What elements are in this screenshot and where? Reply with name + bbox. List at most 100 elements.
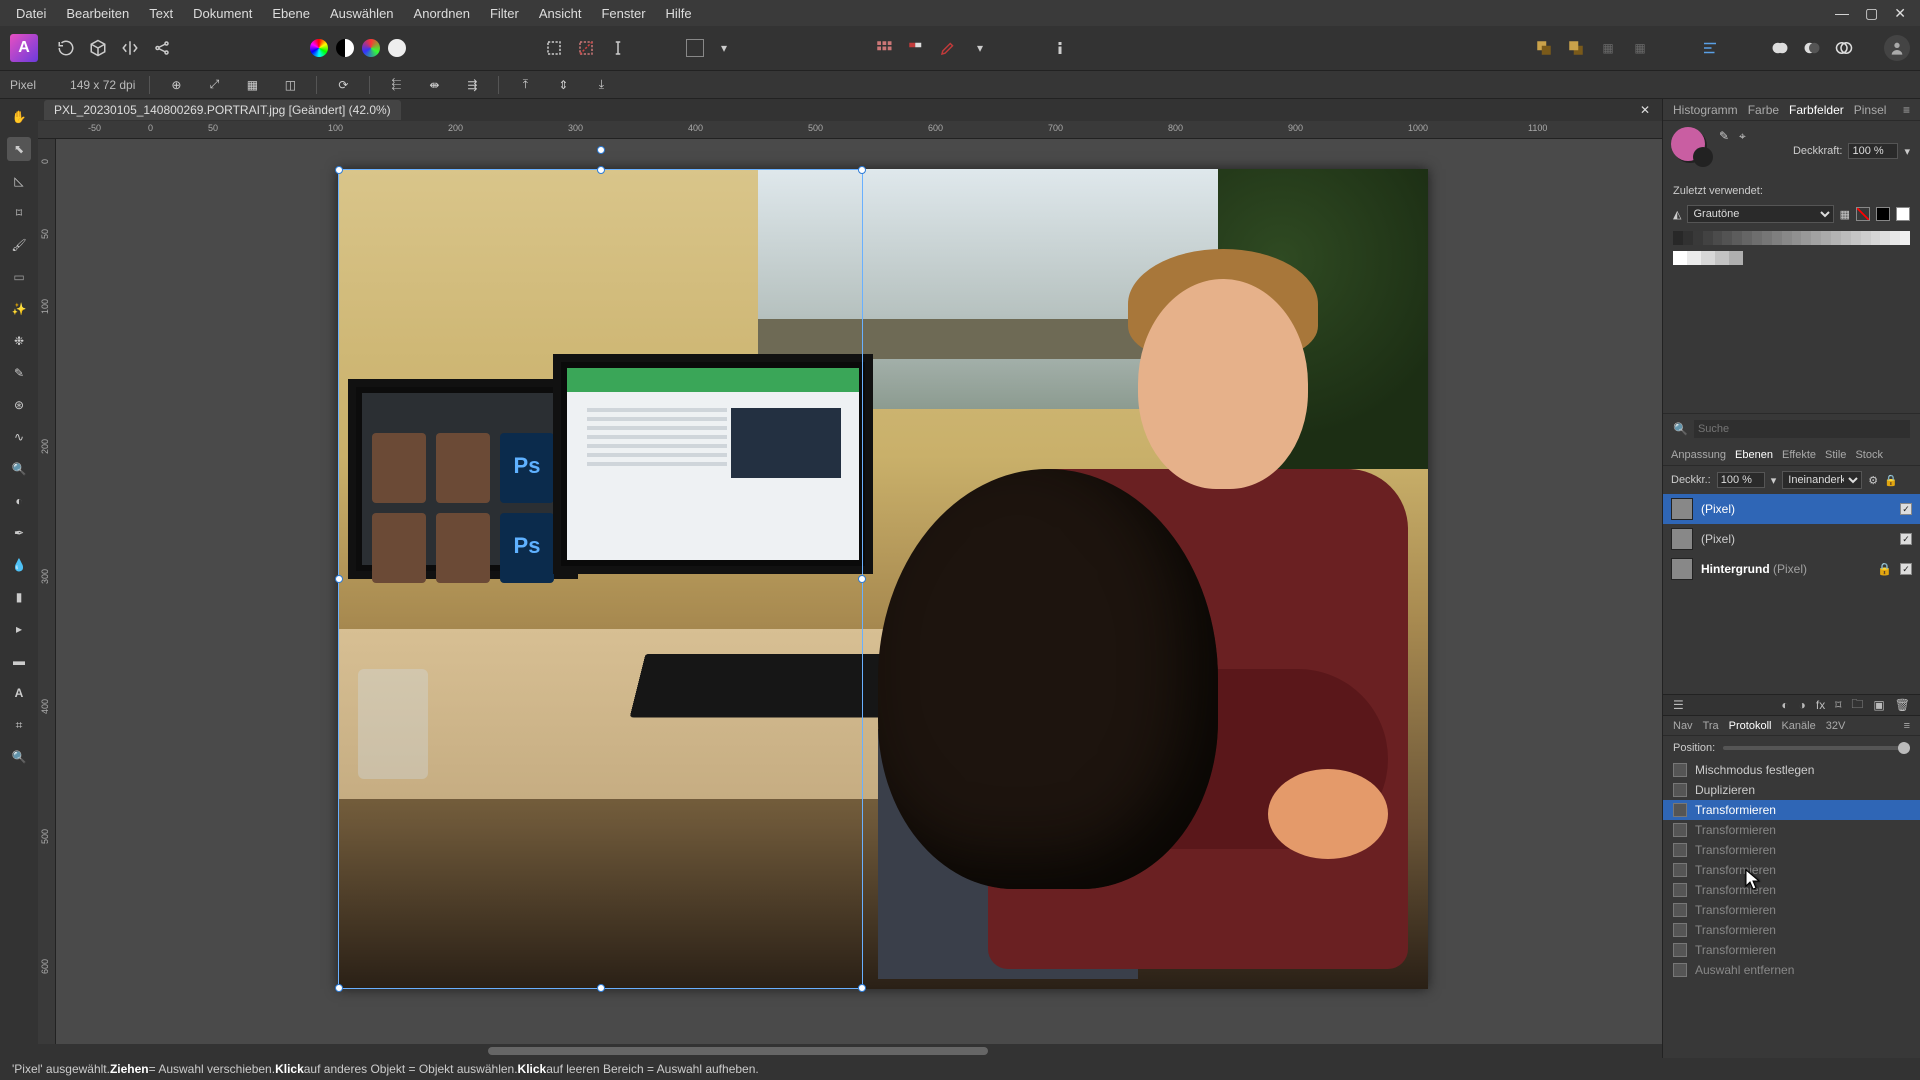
align-right-icon[interactable]: ⇶ [460,73,484,97]
magnifier-tool-icon[interactable]: 🔍 [7,745,31,769]
heal-tool-icon[interactable]: ❉ [7,329,31,353]
delete-layer-icon[interactable]: 🗑 [1895,698,1910,712]
panel-tab[interactable]: Pinsel [1854,103,1887,117]
search-input[interactable] [1694,420,1910,438]
minimize-icon[interactable]: — [1835,5,1849,22]
close-icon[interactable]: ✕ [1894,5,1906,22]
panel-tab[interactable]: Ebenen [1735,449,1773,461]
eyedropper-icon[interactable]: ✎ [1719,129,1729,143]
info-icon[interactable] [1048,36,1072,60]
play-tool-icon[interactable]: ▸ [7,617,31,641]
menu-item[interactable]: Hilfe [656,2,702,25]
lock-icon[interactable]: 🔒 [1884,474,1898,487]
menu-item[interactable]: Ansicht [529,2,592,25]
target-icon[interactable]: ⊕ [164,73,188,97]
text-cursor-icon[interactable] [606,36,630,60]
layer-row[interactable]: (Pixel)✓ [1663,494,1920,524]
folder-icon[interactable]: 🗀 [1851,695,1863,716]
boolean-intersect-icon[interactable] [1832,36,1856,60]
align-icon[interactable] [1698,36,1722,60]
mesh-tool-icon[interactable]: ⌗ [7,713,31,737]
swatch-none-icon[interactable] [1856,207,1870,221]
pencil-tool-icon[interactable]: ✎ [7,361,31,385]
shape-tool-icon[interactable]: ▮ [7,585,31,609]
visibility-checkbox[interactable]: ✓ [1900,563,1912,575]
menu-item[interactable]: Ebene [262,2,320,25]
marquee-off-icon[interactable] [574,36,598,60]
panel-tab[interactable]: Nav [1673,720,1693,732]
chevron-down-icon[interactable]: ▾ [968,36,992,60]
node-tool-icon[interactable]: ◺ [7,169,31,193]
refresh-icon[interactable] [54,36,78,60]
bw-circle-icon[interactable] [336,39,354,57]
gear-icon[interactable]: ⚙ [1868,474,1878,487]
visibility-checkbox[interactable]: ✓ [1900,533,1912,545]
add-layer-icon[interactable]: ▣ [1873,698,1884,712]
expand-icon[interactable]: ⤢ [202,73,226,97]
document-tab[interactable]: PXL_20230105_140800269.PORTRAIT.jpg [Geä… [44,100,401,120]
fx-icon[interactable]: fx [1816,698,1825,712]
blend-mode-select[interactable]: Ineinanderkc [1782,471,1862,489]
gradient-tool-icon[interactable]: ◐ [7,489,31,513]
arrange-back-icon[interactable] [1532,36,1556,60]
arrange-front-icon[interactable] [1564,36,1588,60]
rgb-circle-icon[interactable] [362,39,380,57]
wand-tool-icon[interactable]: ✨ [7,297,31,321]
layer-row[interactable]: (Pixel)✓ [1663,524,1920,554]
pen-icon[interactable] [936,36,960,60]
brush-tool-icon[interactable]: 🖌 [7,233,31,257]
mirror-icon[interactable] [118,36,142,60]
drop-tool-icon[interactable]: 💧 [7,553,31,577]
menu-item[interactable]: Datei [6,2,56,25]
gray-blocks[interactable] [1673,251,1910,265]
cube-icon[interactable] [86,36,110,60]
layer-opacity-input[interactable] [1717,472,1765,488]
marquee-icon[interactable] [542,36,566,60]
plain-circle-icon[interactable] [388,39,406,57]
menu-item[interactable]: Bearbeiten [56,2,139,25]
menu-item[interactable]: Fenster [591,2,655,25]
adjust-icon[interactable]: ◑ [1799,698,1806,712]
crop-tool-icon[interactable]: ⌑ [7,201,31,225]
rotate-icon[interactable]: ⟳ [331,73,355,97]
canvas[interactable]: 050100200300400500600 [38,139,1662,1044]
chevron-down-icon[interactable]: ▾ [1771,474,1777,487]
panel-tab[interactable]: Histogramm [1673,103,1738,117]
maximize-icon[interactable]: ▢ [1865,5,1878,22]
panel-tab[interactable]: Stock [1855,449,1883,461]
mask-icon[interactable]: ◐ [1781,698,1788,712]
color-wheel-icon[interactable] [310,39,328,57]
hand-tool-icon[interactable]: ✋ [7,105,31,129]
text-tool-icon[interactable]: A [7,681,31,705]
history-row[interactable]: Transformieren [1663,920,1920,940]
palette-select[interactable]: Grautöne [1687,205,1833,223]
menu-item[interactable]: Filter [480,2,529,25]
history-row[interactable]: Duplizieren [1663,780,1920,800]
background-color-swatch[interactable] [1693,147,1713,167]
swatch-white-icon[interactable] [1896,207,1910,221]
visibility-checkbox[interactable]: ✓ [1900,503,1912,515]
panel-tab[interactable]: Farbfelder [1789,103,1844,117]
history-row[interactable]: Transformieren [1663,860,1920,880]
horizontal-scrollbar[interactable] [38,1044,1662,1058]
history-row[interactable]: Transformieren [1663,940,1920,960]
chevron-down-icon[interactable]: ▾ [1904,145,1910,158]
align-center-icon[interactable]: ⇼ [422,73,446,97]
move-tool-icon[interactable]: ⬉ [7,137,31,161]
swatch-black-icon[interactable] [1876,207,1890,221]
tab-close-icon[interactable]: ✕ [1640,103,1656,117]
zoom-tool-icon[interactable]: 🔍 [7,457,31,481]
history-row[interactable]: Transformieren [1663,840,1920,860]
pen-tool-icon[interactable]: ✒ [7,521,31,545]
menu-item[interactable]: Auswählen [320,2,404,25]
align-left-icon[interactable]: ⬱ [384,73,408,97]
user-avatar-icon[interactable] [1884,35,1910,61]
flag-icon[interactable] [904,36,928,60]
menu-item[interactable]: Anordnen [404,2,480,25]
layer-row[interactable]: Hintergrund (Pixel)🔒✓ [1663,554,1920,584]
marquee-tool-icon[interactable]: ▭ [7,265,31,289]
history-row[interactable]: Transformieren [1663,900,1920,920]
lock-icon[interactable]: 🔒 [1877,562,1892,576]
menu-item[interactable]: Text [139,2,183,25]
smudge-tool-icon[interactable]: ∿ [7,425,31,449]
